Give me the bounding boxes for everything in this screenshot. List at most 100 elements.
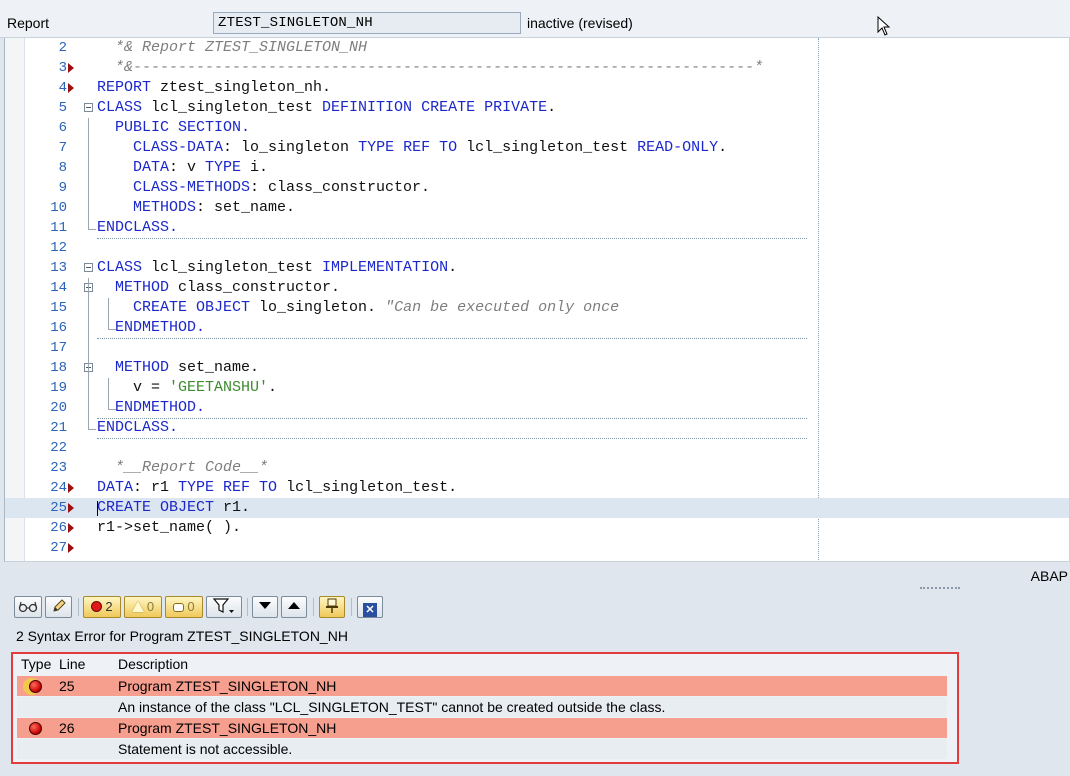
keyword-token: ENDCLASS [97,219,170,236]
code-line[interactable]: 5 CLASS lcl_singleton_test DEFINITION CRE… [5,98,1069,118]
code-line[interactable]: 9 CLASS-METHODS: class_constructor. [5,178,1069,198]
comment-token: *__Report Code__* [97,459,269,476]
column-header-type[interactable]: Type [21,656,51,672]
statement-marker-icon [68,63,74,73]
code-token: : v [169,159,206,176]
line-number: 27 [50,540,67,556]
line-number: 16 [50,320,67,336]
close-icon: ✕ [363,603,377,617]
error-list-panel: Type Line Description 25 Program ZTEST_S… [11,652,959,764]
code-line[interactable]: 2 *& Report ZTEST_SINGLETON_NH [5,38,1069,58]
keyword-token: TYPE REF TO [178,479,278,496]
code-line[interactable]: 17 [5,338,1069,358]
line-number: 5 [58,100,67,116]
code-line[interactable]: 21 ENDCLASS. [5,418,1069,438]
keyword-token: . [196,319,206,336]
code-line[interactable]: 8 DATA: v TYPE i. [5,158,1069,178]
edit-object-button[interactable] [45,596,72,618]
keyword-token: . [169,219,179,236]
code-text: DATA: v TYPE i. [97,158,268,178]
code-line[interactable]: 25 CREATE OBJECT r1. [5,498,1069,518]
code-line[interactable]: 13 CLASS lcl_singleton_test IMPLEMENTATIO… [5,258,1069,278]
keyword-token: CLASS-METHODS [97,179,251,196]
keyword-token: IMPLEMENTATION [322,259,449,276]
code-token: . [448,259,458,276]
errors-filter-button[interactable]: 2 [83,596,121,618]
line-number: 12 [50,240,67,256]
keyword-token: TYPE [205,159,242,176]
code-line[interactable]: 15 CREATE OBJECT lo_singleton. "Can be e… [5,298,1069,318]
code-text: METHOD class_constructor. [97,278,340,298]
error-line[interactable]: 25 [59,676,75,696]
code-text: METHODS: set_name. [97,198,295,218]
code-line[interactable]: 16 ENDMETHOD. [5,318,1069,338]
error-message: An instance of the class "LCL_SINGLETON_… [118,699,666,715]
error-icon [29,680,42,693]
comment-token: *&--------------------------------------… [97,59,764,76]
column-header-description[interactable]: Description [118,656,188,672]
error-message-row[interactable]: An instance of the class "LCL_SINGLETON_… [17,697,947,717]
column-header-line[interactable]: Line [59,656,85,672]
pin-button[interactable] [319,596,345,618]
line-number: 8 [58,160,67,176]
code-line[interactable]: 10 METHODS: set_name. [5,198,1069,218]
code-line[interactable]: 7 CLASS-DATA: lo_singleton TYPE REF TO l… [5,138,1069,158]
collapse-block-icon[interactable] [84,103,93,112]
error-program[interactable]: Program ZTEST_SINGLETON_NH [118,676,336,696]
line-number: 15 [50,300,67,316]
code-line[interactable]: 18 METHOD set_name. [5,358,1069,378]
error-program[interactable]: Program ZTEST_SINGLETON_NH [118,718,336,738]
error-message-row[interactable]: Statement is not accessible. [17,739,947,759]
display-object-button[interactable] [14,596,42,618]
line-number: 20 [50,400,67,416]
error-row[interactable]: 26 Program ZTEST_SINGLETON_NH [17,718,947,738]
error-message: Statement is not accessible. [118,741,293,757]
class-definition-bracket [88,118,96,230]
code-line[interactable]: 12 [5,238,1069,258]
code-line[interactable]: 3 *&------------------------------------… [5,58,1069,78]
keyword-token: REPORT [97,79,152,96]
code-line[interactable]: 11 ENDCLASS. [5,218,1069,238]
code-line[interactable]: 23 *__Report Code__* [5,458,1069,478]
line-number: 6 [58,120,67,136]
line-number: 22 [50,440,67,456]
keyword-token: METHOD [97,279,170,296]
line-number: 11 [50,220,67,236]
keyword-token: . [196,399,206,416]
warnings-filter-button[interactable]: 0 [124,596,162,618]
next-error-button[interactable] [252,596,278,618]
code-token: set_name. [169,359,260,376]
code-line[interactable]: 14 METHOD class_constructor. [5,278,1069,298]
splitter-handle[interactable] [920,587,960,590]
code-line[interactable]: 24 DATA: r1 TYPE REF TO lcl_singleton_tes… [5,478,1069,498]
code-line[interactable]: 20 ENDMETHOD. [5,398,1069,418]
filter-button[interactable] [206,596,242,618]
code-line[interactable]: 6 PUBLIC SECTION. [5,118,1069,138]
code-text: PUBLIC SECTION. [97,118,250,138]
code-editor[interactable]: 2 *& Report ZTEST_SINGLETON_NH 3 *&------… [4,38,1070,562]
previous-error-button[interactable] [281,596,307,618]
program-name-field[interactable]: ZTEST_SINGLETON_NH [213,12,521,34]
code-text: CLASS lcl_singleton_test IMPLEMENTATION. [97,258,457,278]
error-line[interactable]: 26 [59,718,75,738]
block-separator [97,338,807,339]
code-line[interactable]: 4 REPORT ztest_singleton_nh. [5,78,1069,98]
error-list-title: 2 Syntax Error for Program ZTEST_SINGLET… [16,628,348,644]
code-line[interactable]: 27 [5,538,1069,558]
code-line[interactable]: 22 [5,438,1069,458]
error-icon [29,722,42,735]
code-line[interactable]: 26 r1->set_name( ). [5,518,1069,538]
string-token: 'GEETANSHU' [169,379,269,396]
keyword-token: CREATE OBJECT [97,299,251,316]
object-type-label: Report [7,15,50,31]
code-token: : r1 [133,479,179,496]
error-row[interactable]: 25 Program ZTEST_SINGLETON_NH [17,676,947,696]
collapse-block-icon[interactable] [84,263,93,272]
code-text: *& Report ZTEST_SINGLETON_NH [97,38,367,58]
keyword-token: ENDCLASS [97,419,170,436]
info-filter-button[interactable]: 0 [165,596,203,618]
arrow-down-icon [259,602,271,609]
code-token: . [268,379,278,396]
close-error-list-button[interactable]: ✕ [357,596,383,618]
code-line[interactable]: 19 v = 'GEETANSHU'. [5,378,1069,398]
